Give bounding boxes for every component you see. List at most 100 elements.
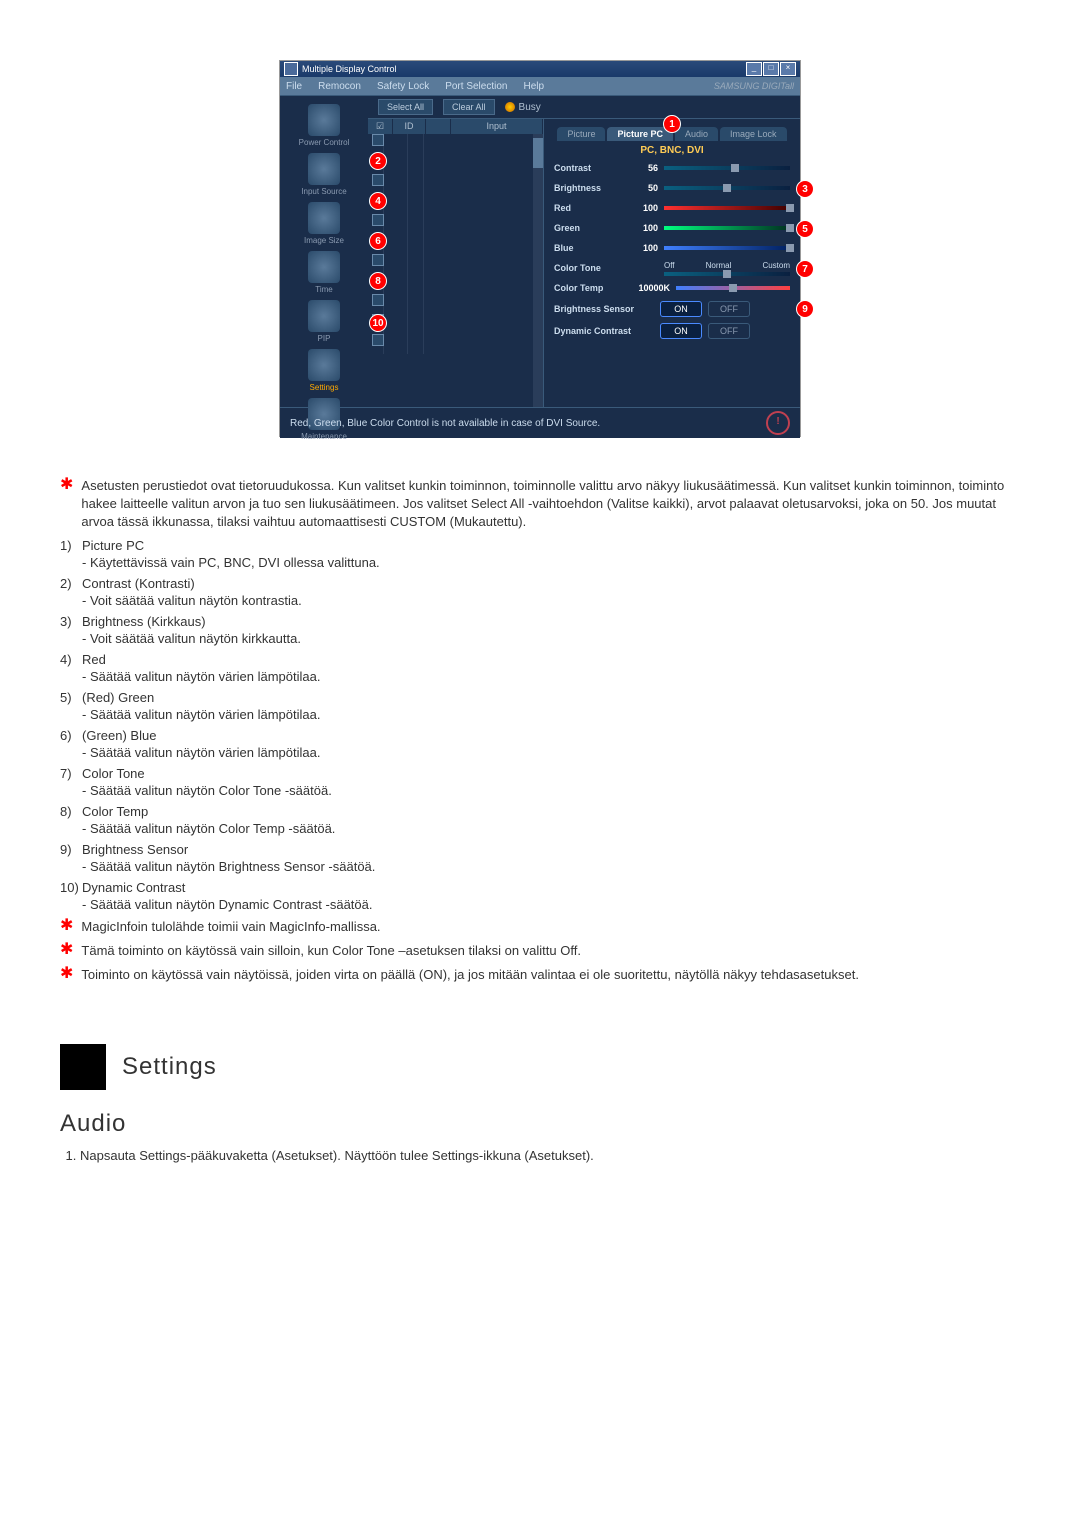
note-text: Tämä toiminto on käytössä vain silloin, … [81,942,1020,960]
brightness-slider[interactable] [664,186,790,190]
note-star-1: ✱ Asetusten perustiedot ovat tietoruuduk… [60,477,1020,532]
menu-file[interactable]: File [286,81,302,92]
note-text: MagicInfoin tulolähde toimii vain MagicI… [81,918,1020,936]
settings-icon [308,349,340,381]
table-row[interactable] [368,334,543,354]
select-all-button[interactable]: Select All [378,99,433,115]
tab-audio[interactable]: Audio [675,127,718,141]
close-button[interactable]: × [780,62,796,76]
star-icon: ✱ [60,942,73,958]
note-text: Asetusten perustiedot ovat tietoruudukos… [81,477,1020,532]
color-tone-slider[interactable] [664,272,790,276]
note-text: Toiminto on käytössä vain näytöissä, joi… [81,966,1020,984]
color-temp-row: Color Temp 10000K 8 [554,280,790,296]
red-label: Red [554,203,624,213]
table-row[interactable] [368,194,543,214]
sidebar-item-pip[interactable]: PIP [284,300,364,343]
green-label: Green [554,223,624,233]
tab-image-lock[interactable]: Image Lock [720,127,787,141]
minimize-button[interactable]: _ [746,62,762,76]
scrollbar[interactable] [533,134,543,407]
dynamic-contrast-off[interactable]: OFF [708,323,750,339]
table-row[interactable] [368,134,543,154]
tab-picture[interactable]: Picture [557,127,605,141]
brightness-sensor-on[interactable]: ON [660,301,702,317]
color-temp-label: Color Temp [554,283,624,293]
blue-label: Blue [554,243,624,253]
table-row[interactable] [368,234,543,254]
list-item: 3)Brightness (Kirkkaus)- Voit säätää val… [60,614,1020,646]
table-body [368,134,543,407]
contrast-row: Contrast 56 2 [554,160,790,176]
brightness-row: Brightness 50 3 [554,180,790,196]
clear-all-button[interactable]: Clear All [443,99,495,115]
marker-2: 2 [369,152,387,170]
table-row[interactable] [368,314,543,334]
table-row[interactable] [368,174,543,194]
star-icon: ✱ [60,477,73,493]
menu-safetylock[interactable]: Safety Lock [377,81,429,92]
dynamic-contrast-row: Dynamic Contrast ON OFF 10 [554,322,790,340]
brightness-sensor-off[interactable]: OFF [708,301,750,317]
sidebar-item-imagesize[interactable]: Image Size [284,202,364,245]
tone-normal: Normal [706,261,732,270]
brand-label: SAMSUNG DIGITall [714,81,794,91]
list-item: 9)Brightness Sensor- Säätää valitun näyt… [60,842,1020,874]
col-checkbox[interactable]: ☑ [368,119,393,134]
row-checkbox[interactable] [372,294,384,306]
row-checkbox[interactable] [372,334,384,346]
table-row[interactable] [368,294,543,314]
green-slider[interactable] [664,226,790,230]
marker-7: 7 [796,260,814,278]
blue-slider[interactable] [664,246,790,250]
tone-custom: Custom [762,261,790,270]
table-row[interactable] [368,154,543,174]
panel-subheading: PC, BNC, DVI [554,145,790,156]
table-row[interactable] [368,214,543,234]
section-icon [60,1044,106,1090]
red-value: 100 [630,203,658,213]
imagesize-icon [308,202,340,234]
sidebar-item-settings[interactable]: Settings [284,349,364,392]
scroll-thumb[interactable] [533,138,543,168]
list-item: 7)Color Tone- Säätää valitun näytön Colo… [60,766,1020,798]
marker-3: 3 [796,180,814,198]
display-table: ☑ ID Input [368,119,544,407]
dynamic-contrast-on[interactable]: ON [660,323,702,339]
col-icon [426,119,451,134]
contrast-slider[interactable] [664,166,790,170]
marker-8: 8 [369,272,387,290]
app-icon [284,62,298,76]
row-checkbox[interactable] [372,254,384,266]
maximize-button[interactable]: □ [763,62,779,76]
list-item: 8)Color Temp- Säätää valitun näytön Colo… [60,804,1020,836]
list-item: 4)Red- Säätää valitun näytön värien lämp… [60,652,1020,684]
menu-remocon[interactable]: Remocon [318,81,361,92]
menu-portselection[interactable]: Port Selection [445,81,507,92]
picture-panel: 1 Picture Picture PC Audio Image Lock PC… [544,119,800,407]
menu-help[interactable]: Help [523,81,544,92]
tab-picture-pc[interactable]: Picture PC [607,127,673,141]
red-slider[interactable] [664,206,790,210]
sidebar-item-power[interactable]: Power Control [284,104,364,147]
sidebar-item-time[interactable]: Time [284,251,364,294]
busy-indicator: Busy [505,102,541,113]
section-heading: Settings [122,1053,217,1081]
row-checkbox[interactable] [372,134,384,146]
numbered-list: 1)Picture PC- Käytettävissä vain PC, BNC… [60,538,1020,912]
table-row[interactable] [368,274,543,294]
sidebar: Power Control Input Source Image Size Ti… [280,96,368,407]
col-id: ID [393,119,426,134]
red-row: Red 100 4 [554,200,790,216]
tone-off: Off [664,261,675,270]
note-star-3: ✱ Tämä toiminto on käytössä vain silloin… [60,942,1020,960]
sidebar-item-input[interactable]: Input Source [284,153,364,196]
row-checkbox[interactable] [372,214,384,226]
col-input: Input [451,119,543,134]
sub-list-item: Napsauta Settings-pääkuvaketta (Asetukse… [80,1148,1020,1163]
green-row: Green 100 5 [554,220,790,236]
table-row[interactable] [368,254,543,274]
row-checkbox[interactable] [372,174,384,186]
power-icon [308,104,340,136]
color-temp-slider[interactable] [676,286,790,290]
